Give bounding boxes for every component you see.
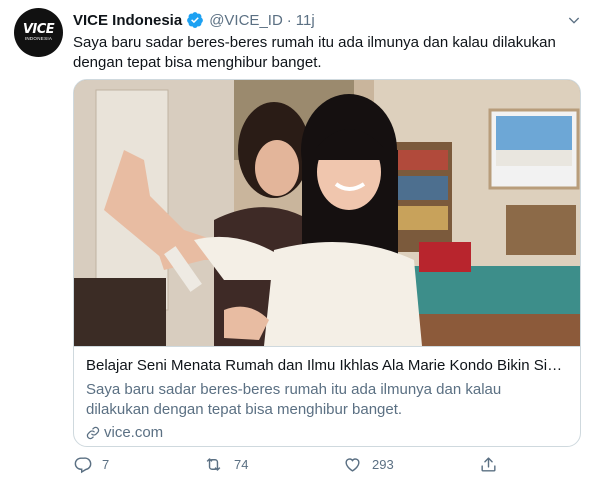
vice-logo-subtext: INDONESIA [24, 36, 53, 41]
tweet[interactable]: VICE INDONESIA VICE Indonesia @VICE_ID ·… [0, 0, 596, 483]
separator-dot: · [286, 11, 292, 29]
like-icon [345, 458, 360, 472]
retweet-button[interactable]: 74 [203, 455, 248, 474]
avatar[interactable]: VICE INDONESIA [14, 8, 63, 57]
author-name[interactable]: VICE Indonesia [73, 12, 182, 29]
share-button[interactable] [479, 455, 508, 474]
retweet-count: 74 [234, 457, 249, 472]
reply-count: 7 [102, 457, 110, 472]
like-button[interactable]: 293 [343, 455, 394, 474]
vice-logo-text: VICE [22, 22, 55, 37]
author-handle[interactable]: @VICE_ID [209, 12, 283, 29]
reply-button[interactable]: 7 [73, 455, 109, 474]
tweet-actions: 7 74 293 [73, 455, 503, 479]
tweet-header: VICE Indonesia @VICE_ID · 11j [73, 10, 315, 30]
reply-icon [74, 457, 92, 474]
card-domain[interactable]: vice.com [86, 423, 568, 443]
link-icon [86, 426, 100, 440]
link-card[interactable]: Belajar Seni Menata Rumah dan Ilmu Ikhla… [73, 79, 581, 447]
card-body: Belajar Seni Menata Rumah dan Ilmu Ikhla… [74, 346, 580, 443]
card-description: Saya baru sadar beres-beres rumah itu ad… [86, 381, 502, 418]
like-count: 293 [372, 457, 394, 472]
verified-badge-icon [186, 11, 204, 29]
share-icon [481, 457, 496, 472]
card-domain-text: vice.com [104, 424, 164, 441]
tweet-text: Saya baru sadar beres-beres rumah itu ad… [73, 34, 556, 71]
chevron-down-icon[interactable] [566, 12, 582, 28]
retweet-icon [206, 458, 221, 471]
card-title[interactable]: Belajar Seni Menata Rumah dan Ilmu Ikhla… [86, 356, 568, 376]
tweet-timestamp[interactable]: 11j [296, 12, 315, 29]
card-image[interactable] [74, 80, 580, 346]
